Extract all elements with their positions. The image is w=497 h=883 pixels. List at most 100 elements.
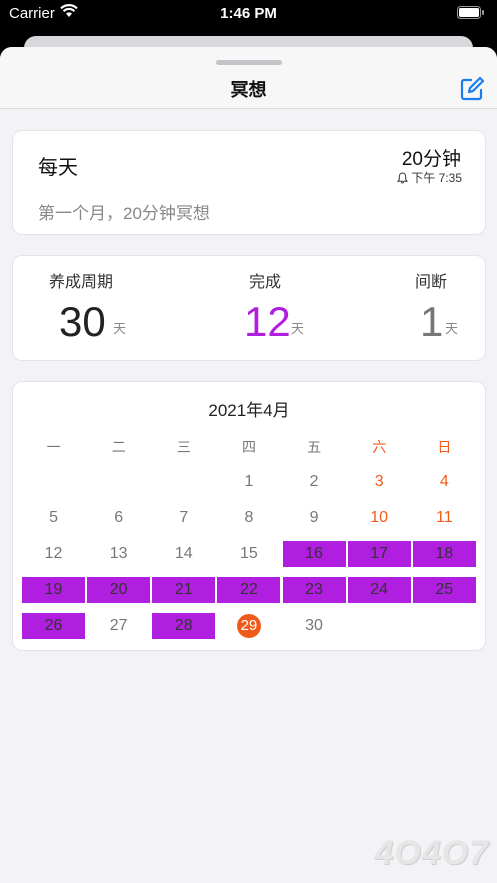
weekday-label: 六 <box>372 439 387 455</box>
calendar-day-15[interactable]: 15 <box>216 536 281 572</box>
calendar-day-26[interactable]: 26 <box>21 608 86 644</box>
calendar-week-row: 12 13 14 15 16 17 18 <box>21 536 477 572</box>
calendar-day-number: 2 <box>309 473 319 490</box>
calendar-day-number: 19 <box>22 577 86 603</box>
calendar-day-8[interactable]: 8 <box>216 500 281 536</box>
stat-value: 12 <box>244 298 291 345</box>
reminder-time: 下午 7:35 <box>411 171 462 185</box>
calendar-day-21[interactable]: 21 <box>151 572 216 608</box>
calendar-day-25[interactable]: 25 <box>412 572 477 608</box>
calendar-empty-cell <box>347 608 412 644</box>
calendar-day-30[interactable]: 30 <box>282 608 347 644</box>
calendar-day-27[interactable]: 27 <box>86 608 151 644</box>
calendar-day-24[interactable]: 24 <box>347 572 412 608</box>
calendar-day-number: 22 <box>217 577 281 603</box>
calendar-day-19[interactable]: 19 <box>21 572 86 608</box>
stat-value: 1 <box>420 298 444 345</box>
calendar-day-number: 27 <box>109 617 128 634</box>
calendar-day-number: 15 <box>240 545 258 562</box>
duration-label: 20分钟 <box>401 149 461 170</box>
frequency-label: 每天 <box>38 157 78 179</box>
calendar-day-5[interactable]: 5 <box>21 500 86 536</box>
calendar-month-title: 2021年4月 <box>208 401 290 420</box>
calendar-day-23[interactable]: 23 <box>282 572 347 608</box>
calendar-day-11[interactable]: 11 <box>412 500 477 536</box>
clock: 1:46 PM <box>220 5 277 22</box>
watermark-logo: 4O4O7 <box>374 834 489 872</box>
weekday-label: 一 <box>46 439 61 455</box>
calendar-day-number: 1 <box>244 473 254 490</box>
calendar-day-9[interactable]: 9 <box>282 500 347 536</box>
calendar-day-1[interactable]: 1 <box>216 464 281 500</box>
calendar-day-number: 21 <box>152 577 216 603</box>
reminder: 下午 7:35 <box>397 169 462 186</box>
calendar-week-row: 5 6 7 8 9 10 11 <box>21 500 477 536</box>
calendar-day-6[interactable]: 6 <box>86 500 151 536</box>
calendar-day-number: 13 <box>109 545 128 562</box>
calendar-day-14[interactable]: 14 <box>151 536 216 572</box>
weekday-label: 三 <box>176 439 191 455</box>
calendar-day-number: 11 <box>436 509 453 526</box>
calendar-day-29[interactable]: 29 <box>216 608 281 644</box>
calendar-day-number: 20 <box>87 577 151 603</box>
calendar-day-number: 16 <box>282 541 346 567</box>
calendar-day-20[interactable]: 20 <box>86 572 151 608</box>
stat-value: 30 <box>59 298 106 345</box>
calendar-day-28[interactable]: 28 <box>151 608 216 644</box>
calendar-card: 2021年4月 一二三四五六日 1 2 3 4 5 6 7 8 9 10 11 12 13 14 15 16 1… <box>12 381 486 651</box>
calendar-day-number: 18 <box>412 541 476 567</box>
habit-detail-sheet: 冥想 每天 20分钟 下午 7:35 第一个月，20分钟冥想 养成周期 30 天… <box>0 47 497 883</box>
calendar-grid: 一二三四五六日 1 2 3 4 5 6 7 8 9 10 11 12 13 14 15 16 17 18 19 20 2… <box>21 430 477 644</box>
page-title: 冥想 <box>230 80 267 100</box>
calendar-day-number: 6 <box>114 509 124 526</box>
calendar-day-10[interactable]: 10 <box>347 500 412 536</box>
calendar-day-number: 26 <box>22 613 86 639</box>
calendar-day-18[interactable]: 18 <box>412 536 477 572</box>
calendar-day-12[interactable]: 12 <box>21 536 86 572</box>
calendar-day-number: 24 <box>347 577 411 603</box>
calendar-day-number: 3 <box>374 473 384 490</box>
status-bar: Carrier 1:46 PM <box>0 0 497 30</box>
weekday-label: 二 <box>111 439 126 455</box>
edit-icon[interactable] <box>458 75 486 103</box>
calendar-day-2[interactable]: 2 <box>282 464 347 500</box>
calendar-week-row: 19 20 21 22 23 24 25 <box>21 572 477 608</box>
calendar-empty-cell <box>86 464 151 500</box>
calendar-day-13[interactable]: 13 <box>86 536 151 572</box>
calendar-day-3[interactable]: 3 <box>347 464 412 500</box>
calendar-empty-cell <box>412 608 477 644</box>
calendar-day-number: 8 <box>244 509 254 526</box>
calendar-empty-cell <box>21 464 86 500</box>
calendar-day-number: 5 <box>49 509 59 526</box>
calendar-day-17[interactable]: 17 <box>347 536 412 572</box>
stat-label: 养成周期 <box>49 274 114 291</box>
habit-description: 第一个月，20分钟冥想 <box>38 204 210 223</box>
stat-unit: 天 <box>445 321 459 336</box>
stat-unit: 天 <box>291 321 305 336</box>
battery-icon <box>457 6 484 19</box>
sheet-grabber[interactable] <box>216 60 282 65</box>
stat-unit: 天 <box>113 321 127 336</box>
calendar-day-22[interactable]: 22 <box>216 572 281 608</box>
calendar-day-7[interactable]: 7 <box>151 500 216 536</box>
calendar-day-number: 30 <box>305 617 323 634</box>
calendar-day-4[interactable]: 4 <box>412 464 477 500</box>
calendar-day-number: 29 <box>236 614 261 638</box>
bell-icon <box>397 171 409 183</box>
calendar-empty-cell <box>151 464 216 500</box>
calendar-day-number: 17 <box>347 541 411 567</box>
habit-summary-card: 每天 20分钟 下午 7:35 第一个月，20分钟冥想 <box>12 130 486 235</box>
calendar-day-16[interactable]: 16 <box>282 536 347 572</box>
weekday-label: 四 <box>241 439 256 455</box>
stats-card: 养成周期 30 天 完成 12 天 间断 1 天 <box>12 255 486 361</box>
calendar-day-number: 9 <box>309 509 319 526</box>
weekday-header: 一二三四五六日 <box>21 430 477 464</box>
stat-label: 完成 <box>249 274 282 291</box>
calendar-day-number: 14 <box>174 545 193 562</box>
calendar-day-number: 23 <box>282 577 346 603</box>
calendar-week-row: 1 2 3 4 <box>21 464 477 500</box>
calendar-day-number: 12 <box>44 545 63 562</box>
weekday-label: 日 <box>437 439 452 455</box>
stat-label: 间断 <box>415 274 448 291</box>
calendar-day-number: 7 <box>179 509 189 526</box>
